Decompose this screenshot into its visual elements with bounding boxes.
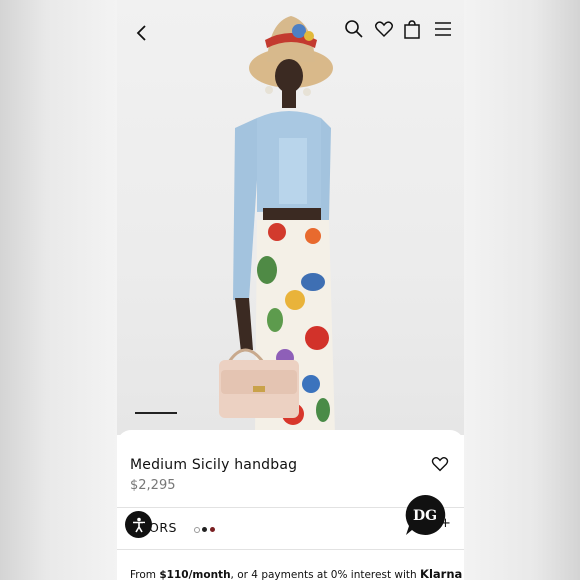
color-swatch-black[interactable] xyxy=(202,527,207,532)
search-icon[interactable] xyxy=(343,18,365,40)
dg-logo-text: DG xyxy=(413,508,437,524)
shopping-bag-icon[interactable] xyxy=(401,18,423,40)
divider xyxy=(117,549,464,550)
heart-icon[interactable] xyxy=(430,454,450,474)
expand-plus-icon[interactable]: + xyxy=(440,516,451,531)
product-hero-image[interactable] xyxy=(117,0,464,435)
klarna-amount: $110/month xyxy=(159,569,231,580)
image-pager-indicator xyxy=(135,412,177,414)
product-price: $2,295 xyxy=(130,478,176,493)
hamburger-menu-icon[interactable] xyxy=(432,18,454,40)
heart-icon[interactable] xyxy=(373,18,395,40)
klarna-middle: , or 4 payments at 0% interest with xyxy=(230,569,421,580)
background-left xyxy=(0,0,117,580)
color-swatch-white[interactable] xyxy=(194,527,200,533)
product-title: Medium Sicily handbag xyxy=(130,457,298,473)
klarna-financing-text[interactable]: From $110/month, or 4 payments at 0% int… xyxy=(130,567,462,580)
klarna-prefix: From xyxy=(130,569,160,580)
background-right xyxy=(464,0,580,580)
model-photo xyxy=(219,16,335,435)
colors-selector[interactable]: LORS DG + xyxy=(117,494,464,549)
chevron-left-icon[interactable] xyxy=(131,22,153,44)
phone-screen: Medium Sicily handbag $2,295 LORS DG + F… xyxy=(117,0,464,580)
product-info-sheet: Medium Sicily handbag $2,295 LORS DG + F… xyxy=(117,430,464,580)
colors-label: LORS xyxy=(142,520,177,535)
klarna-logo: Klarna xyxy=(420,567,463,580)
color-swatch-burgundy[interactable] xyxy=(210,527,215,532)
